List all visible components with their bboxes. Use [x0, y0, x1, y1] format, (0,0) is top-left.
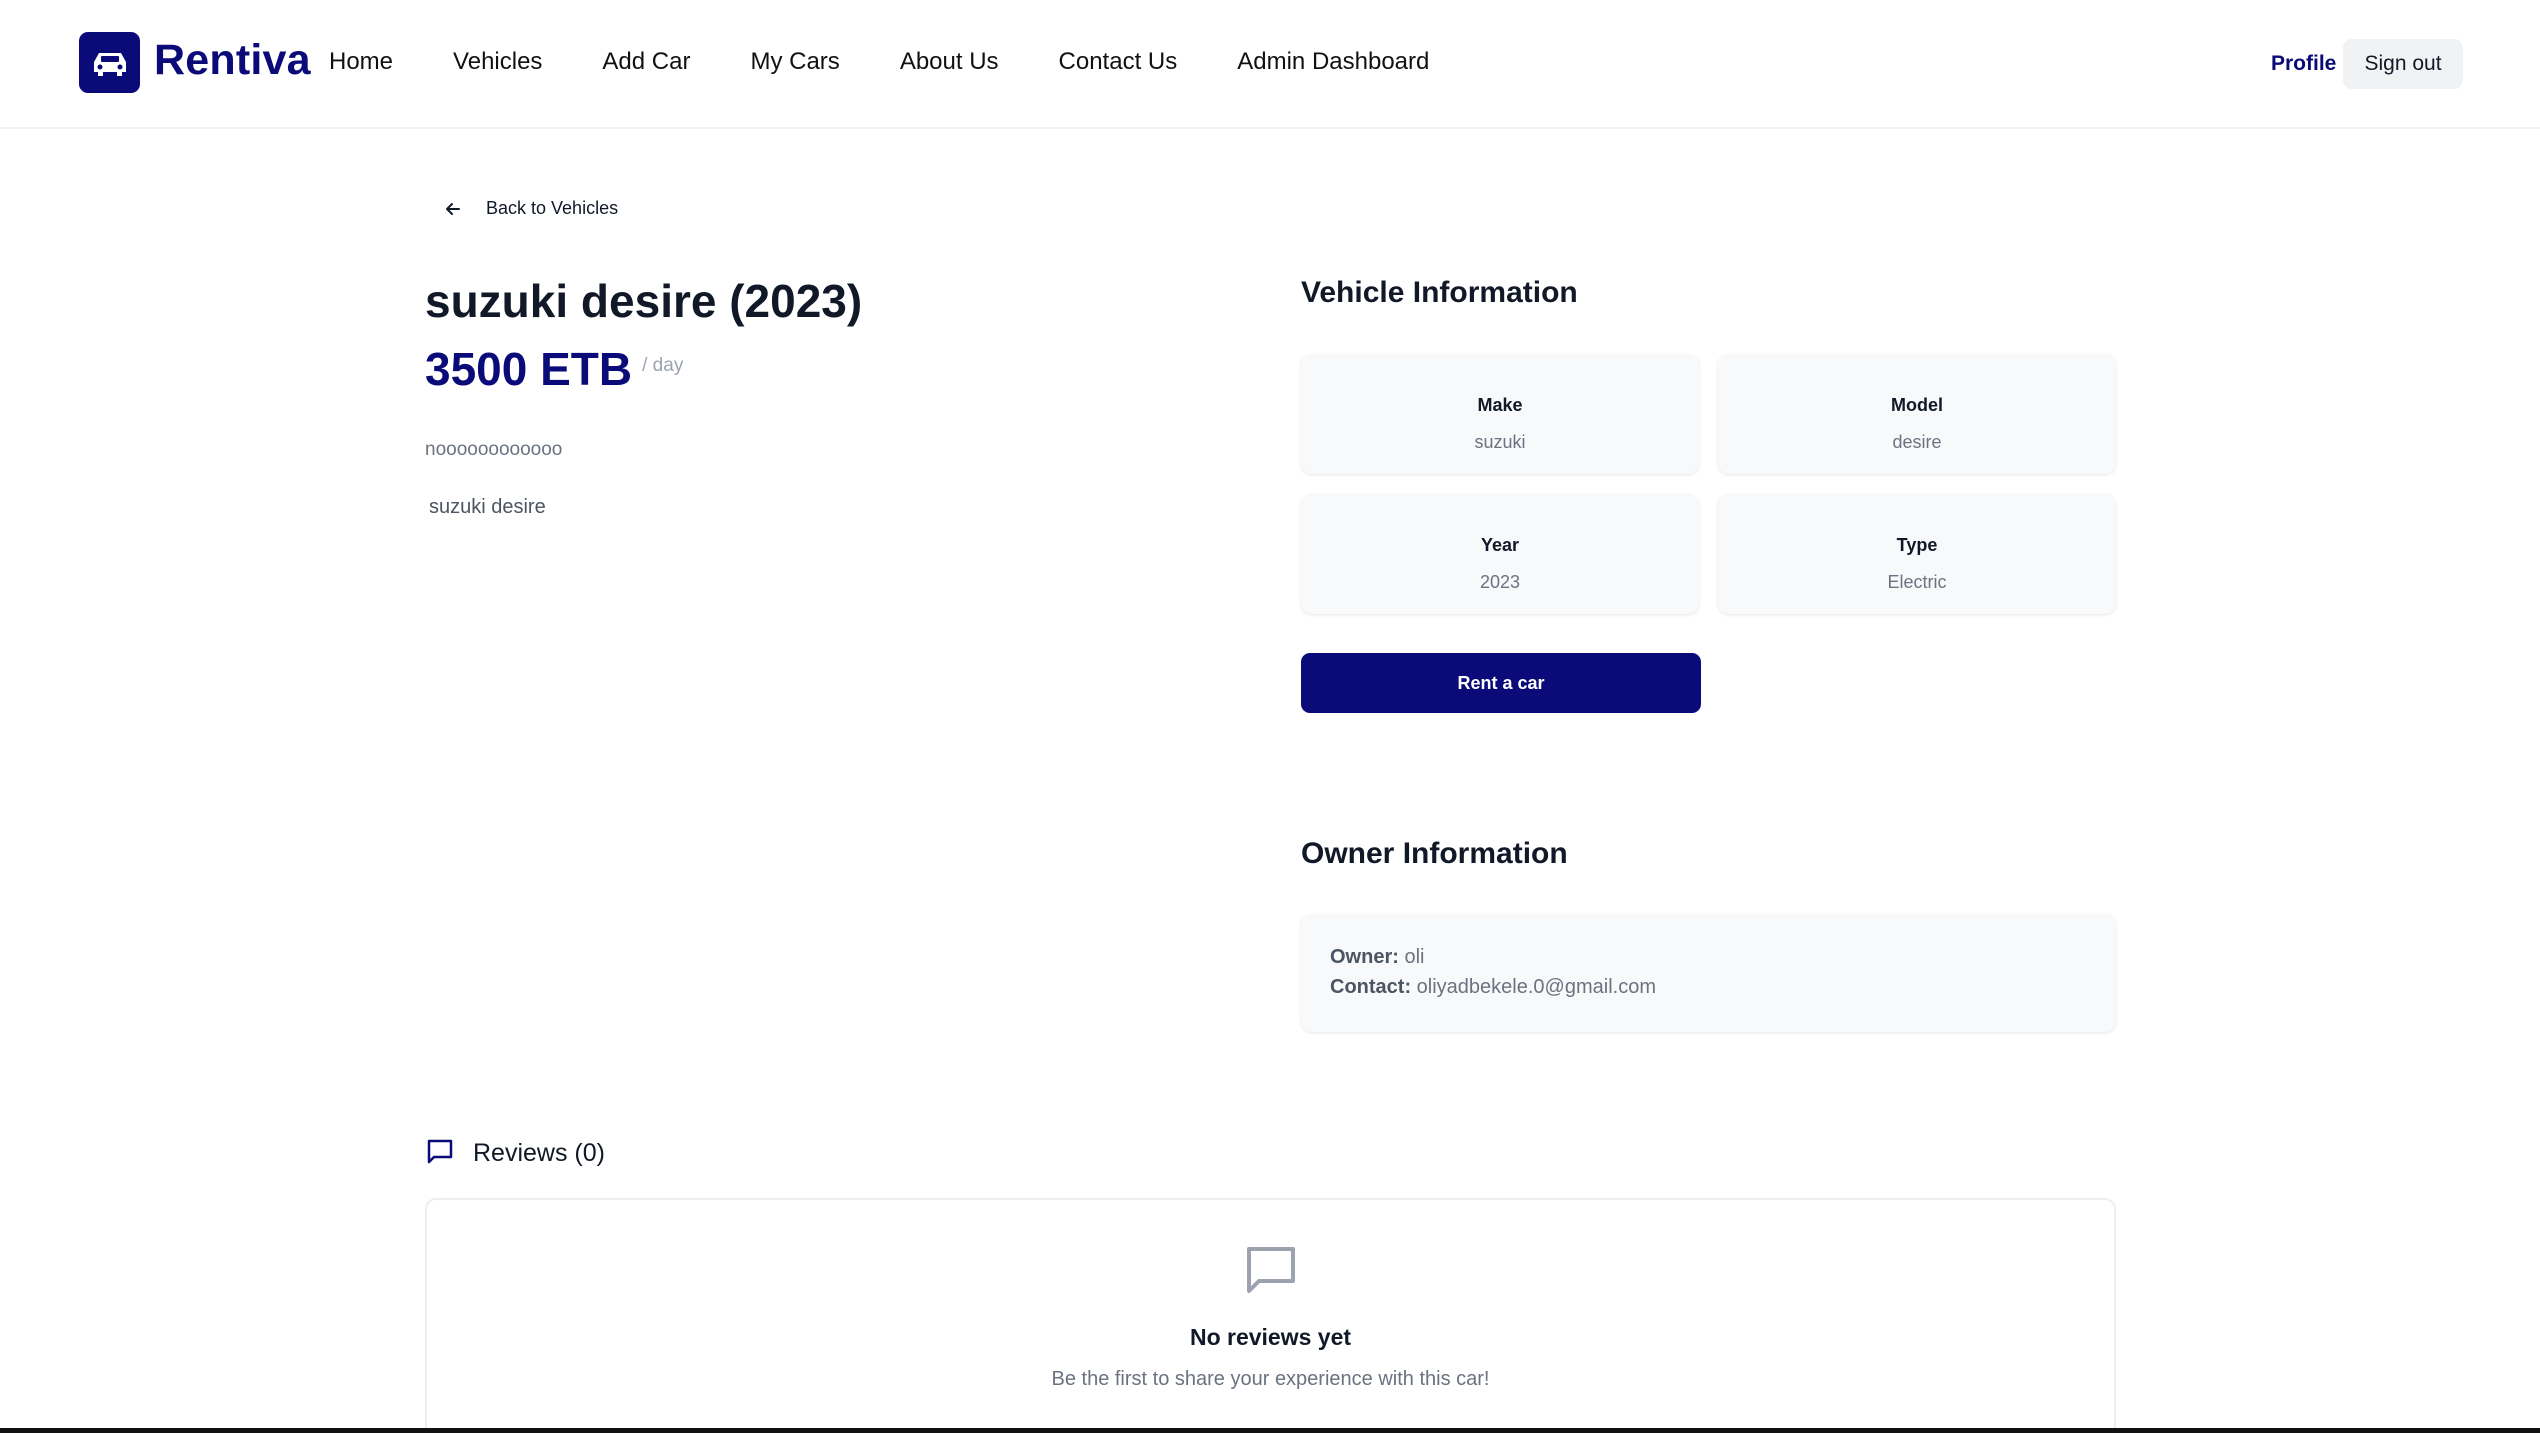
owner-info-heading: Owner Information	[1301, 837, 1568, 870]
price-unit: / day	[642, 355, 684, 376]
info-value: desire	[1892, 432, 1942, 452]
info-label: Year	[1480, 535, 1520, 555]
reviews-title: Reviews (0)	[473, 1139, 605, 1167]
back-to-vehicles-link[interactable]: Back to Vehicles	[443, 198, 618, 219]
nav-add-car[interactable]: Add Car	[602, 48, 690, 76]
empty-title: No reviews yet	[1189, 1324, 1352, 1350]
owner-card: Owner: oli Contact: oliyadbekele.0@gmail…	[1301, 914, 2116, 1032]
nav-my-cars[interactable]: My Cars	[750, 48, 839, 76]
info-label: Model	[1891, 395, 1943, 415]
contact-label: Contact:	[1330, 976, 1412, 998]
info-value: Electric	[1887, 572, 1947, 592]
info-card-make: Make suzuki	[1301, 354, 1699, 474]
car-icon	[93, 52, 126, 76]
info-card-year: Year 2023	[1301, 494, 1699, 614]
price-row: 3500 ETB / day	[425, 342, 683, 396]
message-square-icon	[1247, 1247, 1295, 1293]
message-square-icon	[425, 1136, 455, 1171]
contact-value: oliyadbekele.0@gmail.com	[1416, 976, 1656, 998]
nav-vehicles[interactable]: Vehicles	[453, 48, 542, 76]
main-nav: Home Vehicles Add Car My Cars About Us C…	[329, 48, 1429, 76]
arrow-left-icon	[443, 199, 463, 219]
info-value: suzuki	[1474, 432, 1526, 452]
info-label: Make	[1477, 395, 1523, 415]
car-image-alt: suzuki desire	[429, 496, 546, 518]
contact-row: Contact: oliyadbekele.0@gmail.com	[1330, 976, 1656, 999]
owner-row: Owner: oli	[1330, 946, 1424, 969]
reviews-header: Reviews (0)	[425, 1136, 605, 1171]
owner-value: oli	[1404, 946, 1425, 968]
rent-a-car-button[interactable]: Rent a car	[1301, 653, 1701, 713]
top-navbar: Rentiva Home Vehicles Add Car My Cars Ab…	[0, 0, 2540, 129]
nav-admin-dashboard[interactable]: Admin Dashboard	[1237, 48, 1429, 76]
profile-link[interactable]: Profile	[2271, 52, 2336, 76]
logo[interactable]	[79, 32, 140, 93]
car-image: suzuki desire	[425, 496, 546, 519]
sign-out-button[interactable]: Sign out	[2343, 39, 2463, 89]
back-label: Back to Vehicles	[486, 198, 619, 218]
car-title: suzuki desire (2023)	[425, 275, 863, 327]
reviews-empty-state: No reviews yet Be the first to share you…	[425, 1198, 2116, 1433]
info-card-type: Type Electric	[1718, 494, 2116, 614]
info-card-model: Model desire	[1718, 354, 2116, 474]
car-description: noooooooooooo	[425, 439, 563, 460]
nav-about-us[interactable]: About Us	[900, 48, 999, 76]
nav-contact-us[interactable]: Contact Us	[1059, 48, 1178, 76]
brand-name[interactable]: Rentiva	[154, 36, 311, 85]
window-bottom-edge	[0, 1428, 2540, 1433]
nav-home[interactable]: Home	[329, 48, 393, 76]
empty-subtitle: Be the first to share your experience wi…	[1051, 1368, 1490, 1390]
info-value: 2023	[1479, 572, 1521, 592]
owner-label: Owner:	[1330, 946, 1399, 968]
info-label: Type	[1896, 535, 1938, 555]
vehicle-info-heading: Vehicle Information	[1301, 276, 1578, 309]
daily-price: 3500 ETB	[425, 343, 633, 395]
